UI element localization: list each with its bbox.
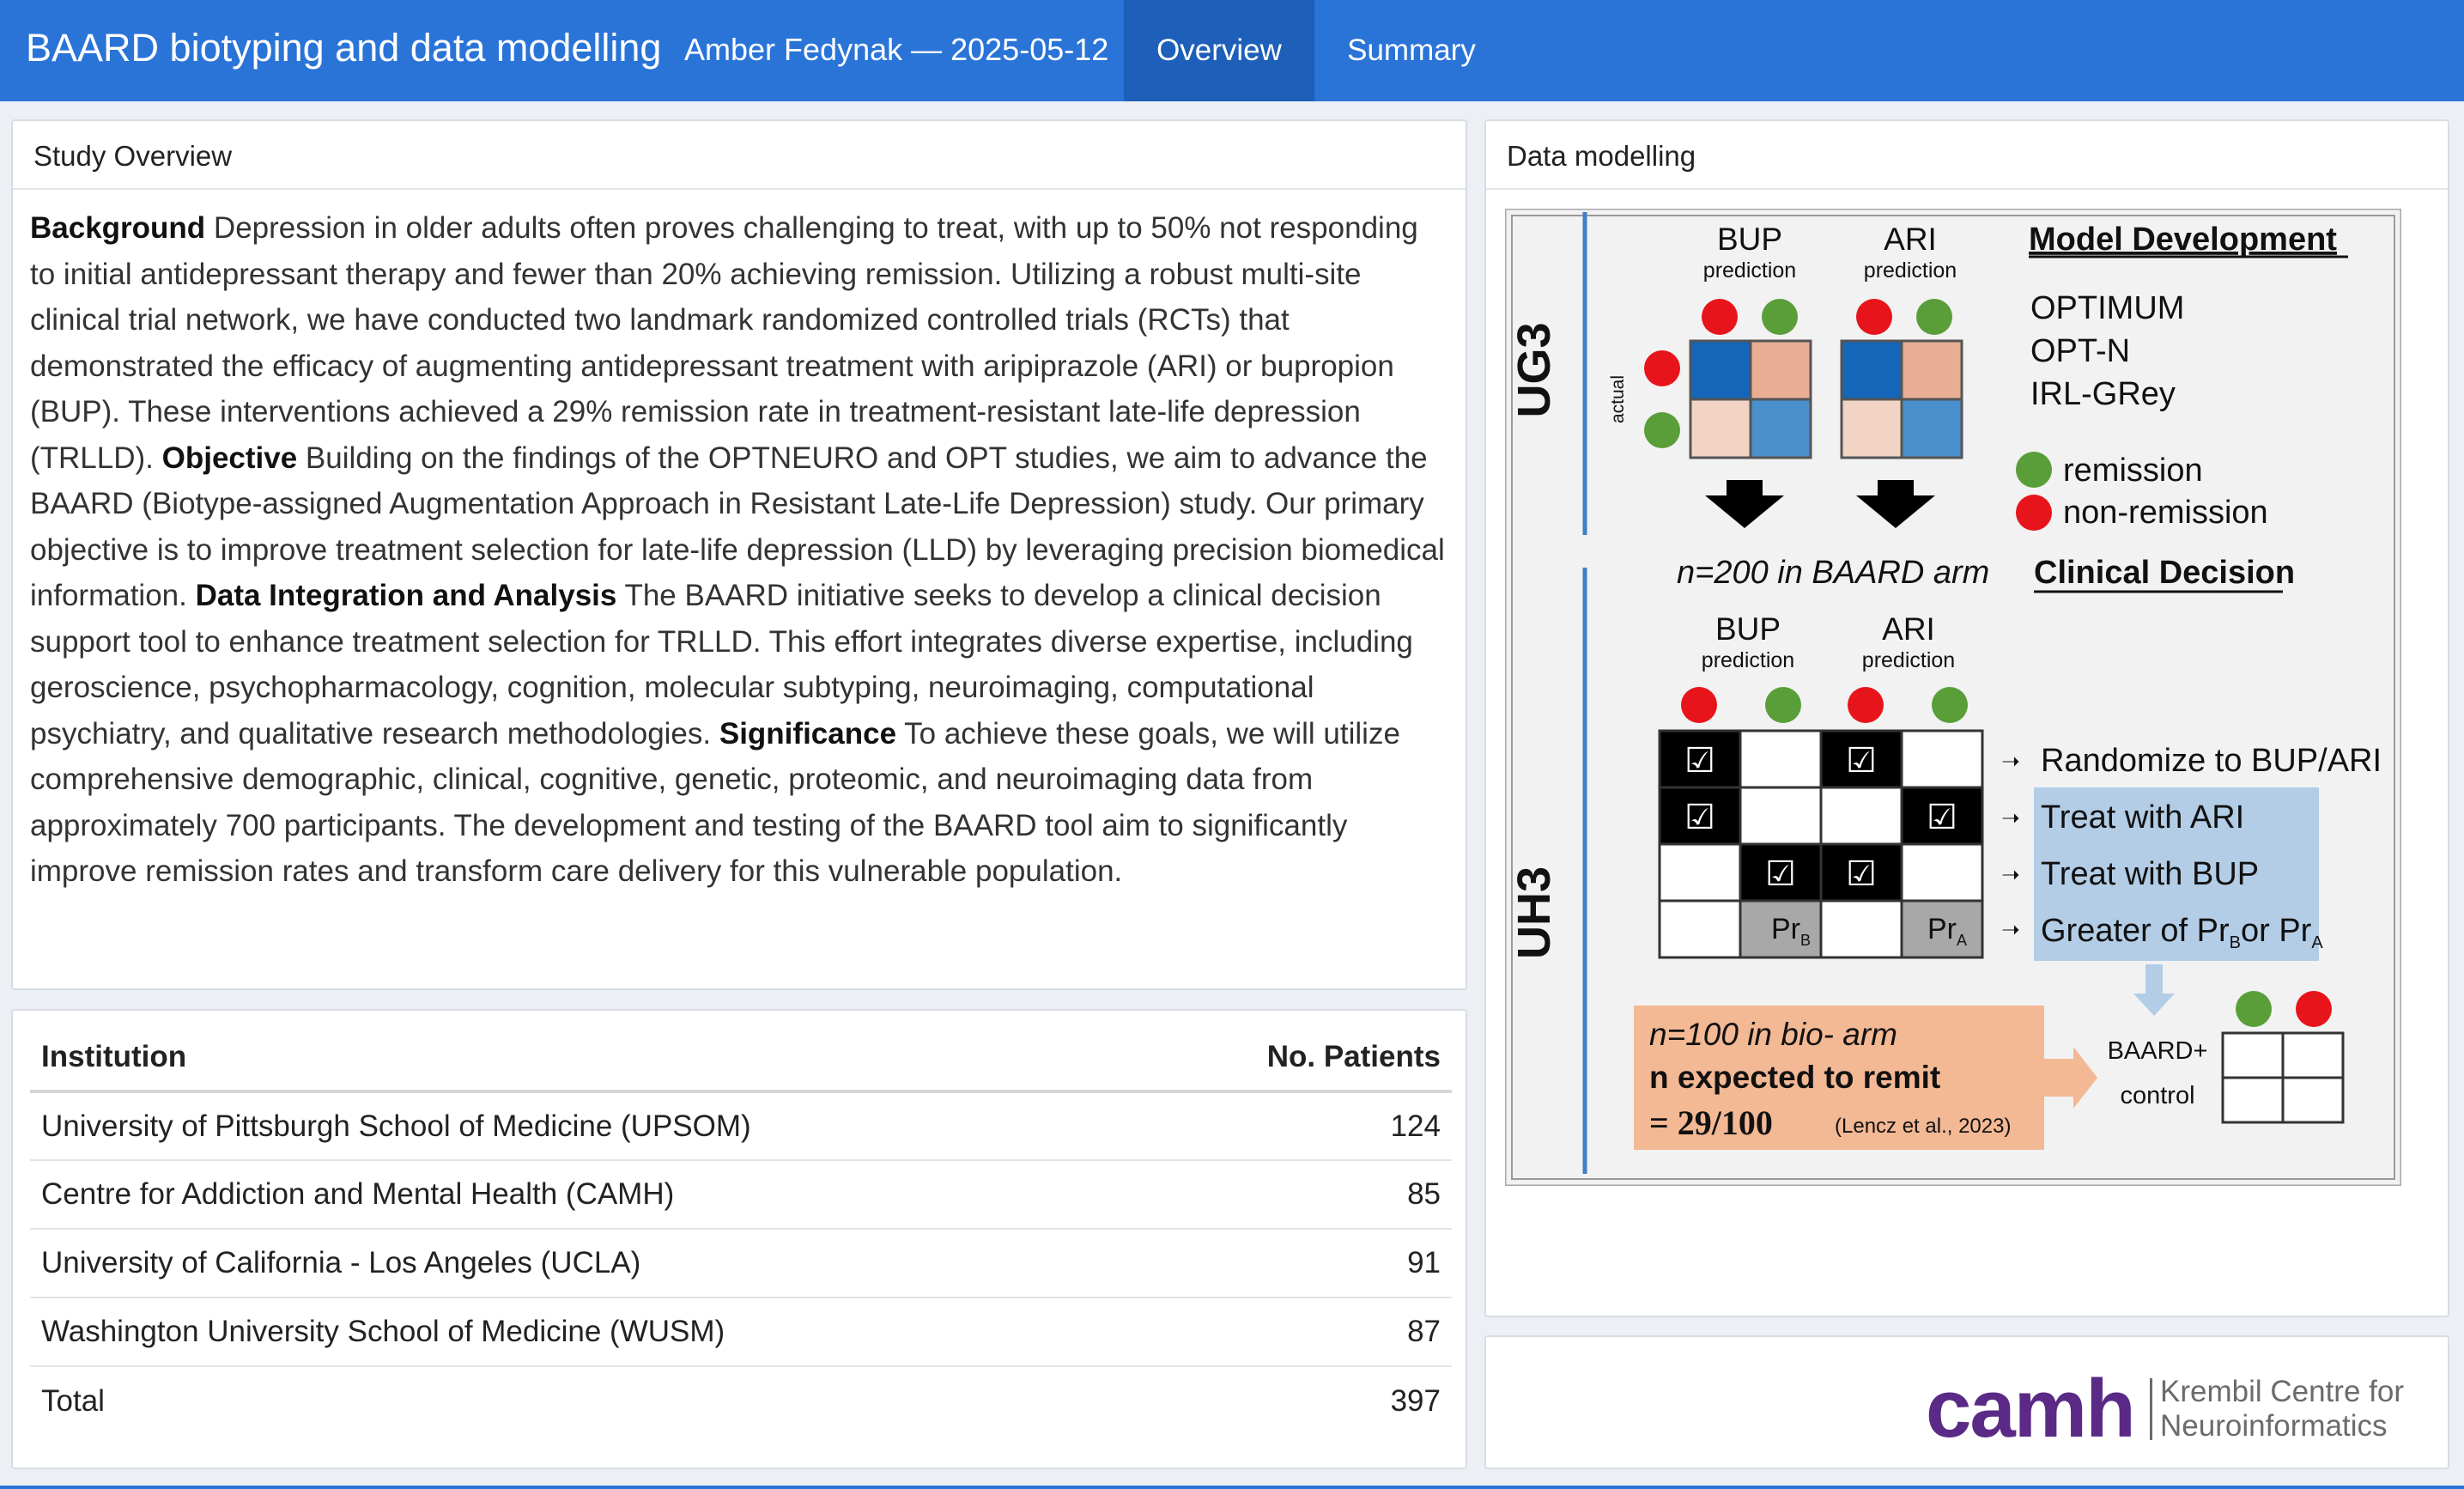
table-header-row: Institution No. Patients (30, 1024, 1452, 1093)
green-circle-icon (1644, 412, 1680, 448)
legend-non-remission: non-remission (2063, 495, 2268, 531)
app-title: BAARD biotyping and data modelling (26, 26, 662, 70)
total-label-cell: Total (41, 1383, 105, 1418)
bup-confusion-matrix (1689, 339, 1812, 459)
red-circle-icon (1702, 299, 1738, 335)
model-development-title: Model Development (2029, 222, 2337, 258)
navbar: BAARD biotyping and data modelling Amber… (0, 0, 2464, 101)
control-label: control (2120, 1082, 2194, 1109)
background-heading: Background (30, 211, 206, 245)
institution-table: Institution No. Patients University of P… (30, 1024, 1452, 1435)
ug3-label: UG3 (1508, 322, 1560, 417)
patients-cell: 85 (1151, 1160, 1452, 1230)
n-bio-arm: n=100 in bio- arm (1649, 1017, 1897, 1052)
column-header-institution[interactable]: Institution (30, 1024, 1152, 1093)
uh3-ari-prediction-label: prediction (1862, 648, 1955, 672)
total-value-cell: 397 (1390, 1383, 1441, 1418)
logo-card: camh Krembil Centre for Neuroinformatics (1484, 1335, 2449, 1469)
expected-value: = 29/100 (1649, 1103, 1773, 1142)
arrow-right-icon: ➝ (2001, 805, 2020, 831)
study-overview-card: Study Overview Background Depression in … (11, 119, 1467, 990)
red-circle-icon (1681, 687, 1717, 723)
data-integration-heading: Data Integration and Analysis (195, 579, 617, 612)
study-overview-header: Study Overview (13, 121, 1466, 190)
model-irl-grey: IRL-GRey (2030, 376, 2176, 412)
ug3-bup-prediction-label: prediction (1703, 258, 1796, 283)
patients-cell: 124 (1151, 1091, 1452, 1161)
ari-confusion-matrix (1840, 339, 1963, 459)
decision-randomize: Randomize to BUP/ARI (2041, 743, 2382, 779)
krembil-line-1: Krembil Centre for (2160, 1375, 2404, 1408)
data-modelling-header: Data modelling (1486, 121, 2448, 190)
bottom-strip (0, 1486, 2464, 1489)
checkbox-icon: ☑ (1846, 741, 1877, 781)
clinical-decision-title: Clinical Decision (2034, 555, 2295, 591)
red-circle-icon (2016, 495, 2052, 531)
actual-label: actual (1608, 375, 1628, 423)
table-row: Centre for Addiction and Mental Health (… (30, 1160, 1452, 1230)
arrow-right-icon: ➝ (2001, 862, 2020, 888)
ug3-bup-label: BUP (1717, 222, 1782, 257)
institution-cell: Washington University School of Medicine… (30, 1298, 1152, 1367)
table-row: University of Pittsburgh School of Medic… (30, 1091, 1452, 1161)
krembil-logo-text: Krembil Centre for Neuroinformatics (2160, 1375, 2404, 1443)
green-circle-icon (1916, 299, 1952, 335)
green-circle-icon (2016, 452, 2052, 488)
arrow-right-icon: ➝ (2001, 749, 2020, 775)
data-modelling-card: Data modelling UG3 UH3 BUP prediction AR… (1484, 119, 2449, 1317)
significance-heading: Significance (719, 716, 897, 751)
red-circle-icon (1856, 299, 1892, 335)
n-expected-remit: n expected to remit (1649, 1060, 1940, 1095)
institution-cell: University of Pittsburgh School of Medic… (30, 1091, 1152, 1161)
ug3-ari-label: ARI (1884, 222, 1937, 257)
ug3-ari-prediction-label: prediction (1864, 258, 1957, 283)
decision-treat-ari: Treat with ARI (2041, 799, 2244, 836)
arrow-right-icon: ➝ (2001, 917, 2020, 943)
model-optimum: OPTIMUM (2030, 290, 2184, 326)
baard-plus-label: BAARD+ (2108, 1037, 2208, 1065)
logo-divider (2150, 1378, 2152, 1440)
checkbox-icon: ☑ (1846, 854, 1877, 894)
institution-table-card: Institution No. Patients University of P… (11, 1009, 1467, 1469)
red-circle-icon (1848, 687, 1884, 723)
study-overview-text: Background Depression in older adults of… (13, 190, 1466, 895)
checkbox-icon: ☑ (1684, 741, 1715, 781)
background-text: Depression in older adults often proves … (30, 211, 1418, 475)
legend-remission: remission (2063, 453, 2203, 489)
patients-cell: 87 (1151, 1298, 1452, 1367)
krembil-line-2: Neuroinformatics (2160, 1409, 2388, 1443)
n-baard-arm: n=200 in BAARD arm (1677, 555, 1989, 591)
uh3-bup-label: BUP (1715, 611, 1781, 647)
uh3-bup-prediction-label: prediction (1702, 648, 1794, 672)
institution-cell: Centre for Addiction and Mental Health (… (30, 1160, 1152, 1230)
app-subtitle: Amber Fedynak — 2025-05-12 (684, 32, 1109, 67)
checkbox-icon: ☑ (1684, 798, 1715, 837)
modelling-figure: UG3 UH3 BUP prediction ARI prediction ac… (1505, 209, 2401, 1186)
column-header-patients[interactable]: No. Patients (1151, 1024, 1452, 1093)
decision-treat-bup: Treat with BUP (2041, 856, 2259, 892)
outcome-grid (2221, 1031, 2345, 1124)
citation: (Lencz et al., 2023) (1835, 1115, 2011, 1138)
objective-heading: Objective (161, 441, 298, 475)
institution-cell: University of California - Los Angeles (… (30, 1229, 1152, 1298)
patients-cell: 91 (1151, 1229, 1452, 1298)
green-circle-icon (1932, 687, 1968, 723)
red-circle-icon (2296, 991, 2332, 1027)
table-row: Washington University School of Medicine… (30, 1298, 1452, 1367)
tab-summary[interactable]: Summary (1314, 0, 1508, 101)
checkbox-icon: ☑ (1927, 798, 1957, 837)
table-row: University of California - Los Angeles (… (30, 1229, 1452, 1298)
red-circle-icon (1644, 350, 1680, 386)
green-circle-icon (1765, 687, 1801, 723)
checkbox-icon: ☑ (1765, 854, 1796, 894)
table-row-total: Total 397 (30, 1366, 1452, 1435)
green-circle-icon (1762, 299, 1798, 335)
uh3-label: UH3 (1508, 866, 1560, 959)
model-opt-n: OPT-N (2030, 333, 2130, 369)
decision-greater-of: Greater of PrBor PrA (2041, 913, 2323, 952)
tab-overview[interactable]: Overview (1124, 0, 1314, 101)
uh3-ari-label: ARI (1882, 611, 1935, 647)
green-circle-icon (2236, 991, 2272, 1027)
camh-logo: camh (1926, 1363, 2136, 1455)
